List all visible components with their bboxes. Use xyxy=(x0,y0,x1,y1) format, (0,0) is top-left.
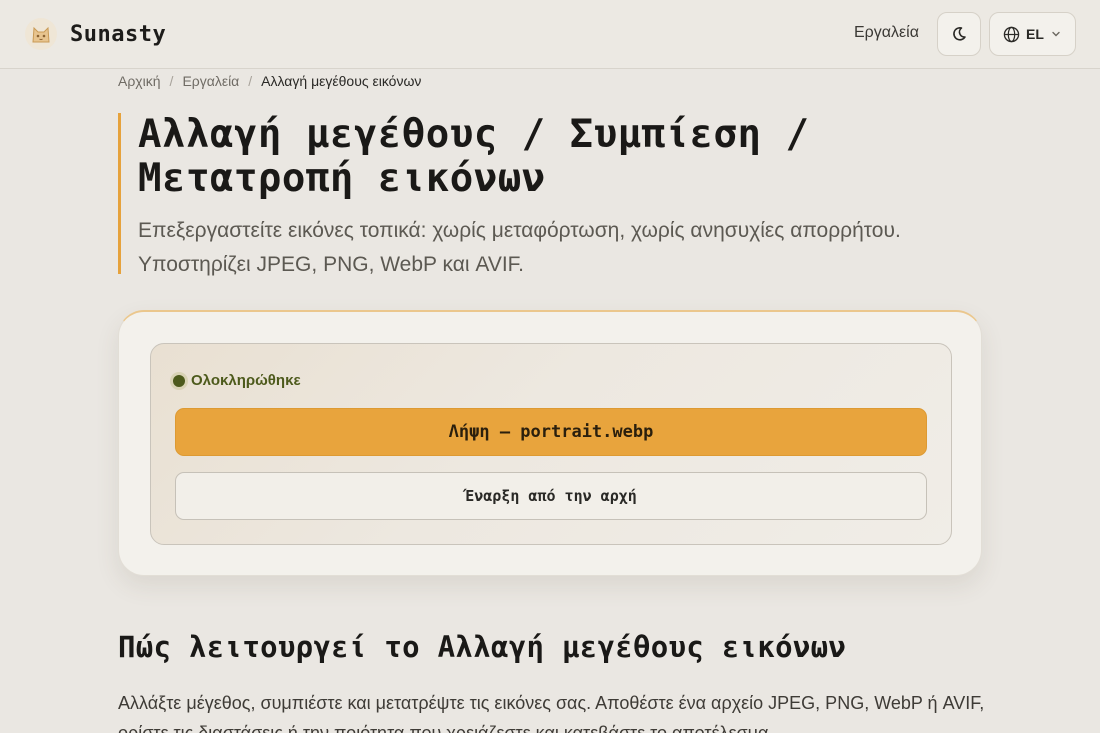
brand-link[interactable]: Sunasty xyxy=(24,17,166,51)
brand-name: Sunasty xyxy=(70,21,167,47)
status-label: Ολοκληρώθηκε xyxy=(191,372,301,389)
breadcrumb-home[interactable]: Αρχική xyxy=(118,73,161,89)
page-subtitle: Επεξεργαστείτε εικόνες τοπικά: χωρίς μετ… xyxy=(138,219,901,276)
page-hero: Αλλαγή μεγέθους / Συμπίεση / Μετατροπή ε… xyxy=(118,112,998,276)
breadcrumb-separator: / xyxy=(248,73,253,89)
language-select-button[interactable]: EL xyxy=(989,12,1076,56)
breadcrumb: Αρχική / Εργαλεία / Αλλαγή μεγέθους εικό… xyxy=(118,73,421,89)
chevron-down-icon xyxy=(1052,31,1060,37)
language-code: EL xyxy=(1026,26,1044,42)
nav-link-tools[interactable]: Εργαλεία xyxy=(844,22,929,44)
status-badge: Ολοκληρώθηκε xyxy=(173,372,301,389)
cat-logo-icon xyxy=(25,18,57,50)
theme-toggle-button[interactable] xyxy=(937,12,981,56)
breadcrumb-separator: / xyxy=(169,73,174,89)
globe-icon xyxy=(1003,26,1020,42)
page-title: Αλλαγή μεγέθους / Συμπίεση / Μετατροπή ε… xyxy=(138,112,810,201)
start-over-button[interactable]: Έναρξη από την αρχή xyxy=(175,472,927,520)
tool-card: Ολοκληρώθηκε Λήψη — portrait.webp Έναρξη… xyxy=(118,310,982,576)
status-dot-icon xyxy=(173,374,185,387)
result-panel: Ολοκληρώθηκε Λήψη — portrait.webp Έναρξη… xyxy=(150,343,952,545)
how-it-works-heading: Πώς λειτουργεί το Αλλαγή μεγέθους εικόνω… xyxy=(118,630,847,664)
moon-icon xyxy=(953,27,966,41)
site-header: Sunasty Εργαλεία EL xyxy=(0,0,1100,69)
how-it-works-text: Αλλάξτε μέγεθος, συμπιέστε και μετατρέψτ… xyxy=(118,693,985,733)
breadcrumb-current: Αλλαγή μεγέθους εικόνων xyxy=(261,73,422,89)
breadcrumb-tools[interactable]: Εργαλεία xyxy=(182,73,239,89)
download-button[interactable]: Λήψη — portrait.webp xyxy=(175,408,927,456)
